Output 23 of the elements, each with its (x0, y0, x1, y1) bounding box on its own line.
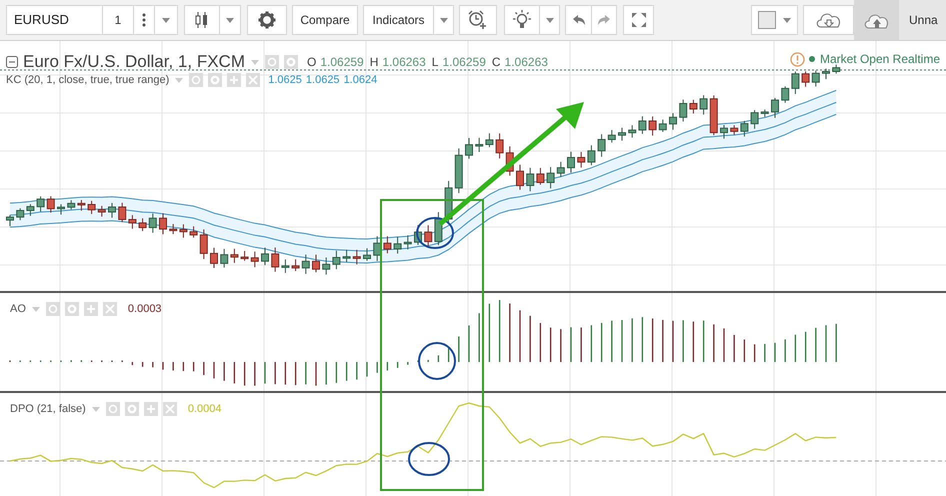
study-value: 1.0625 (268, 73, 302, 88)
ohlc-value: 1.06263 (504, 54, 548, 71)
study-label: DPO (21, false) (10, 402, 86, 417)
ohlc-value: 1.06263 (382, 54, 426, 71)
study-label: AO (10, 302, 26, 317)
study-value: 1.0625 (306, 73, 340, 88)
ohlc-label: H (370, 54, 378, 71)
interval-button[interactable]: 1 (102, 5, 134, 35)
study-value: 0.0004 (188, 402, 222, 417)
market-status: Market Open Realtime (820, 51, 940, 68)
chart-title: Euro Fx/U.S. Dollar, 1, FXCM (23, 51, 245, 73)
ohlc-label: O (307, 54, 316, 71)
study-label: KC (20, 1, close, true, true range) (6, 73, 170, 88)
study-value: 0.0003 (128, 302, 162, 317)
symbol-field[interactable]: EURUSD (6, 5, 103, 35)
ohlc-value: 1.06259 (442, 54, 486, 71)
ohlc-label: L (432, 54, 438, 71)
layout-name-tab[interactable]: Unna (899, 0, 946, 40)
compare-button[interactable]: Compare (292, 5, 358, 35)
indicators-button[interactable]: Indicators (363, 5, 434, 35)
study-value: 1.0624 (344, 73, 378, 88)
ohlc-label: C (492, 54, 501, 71)
ohlc-value: 1.06259 (320, 54, 364, 71)
